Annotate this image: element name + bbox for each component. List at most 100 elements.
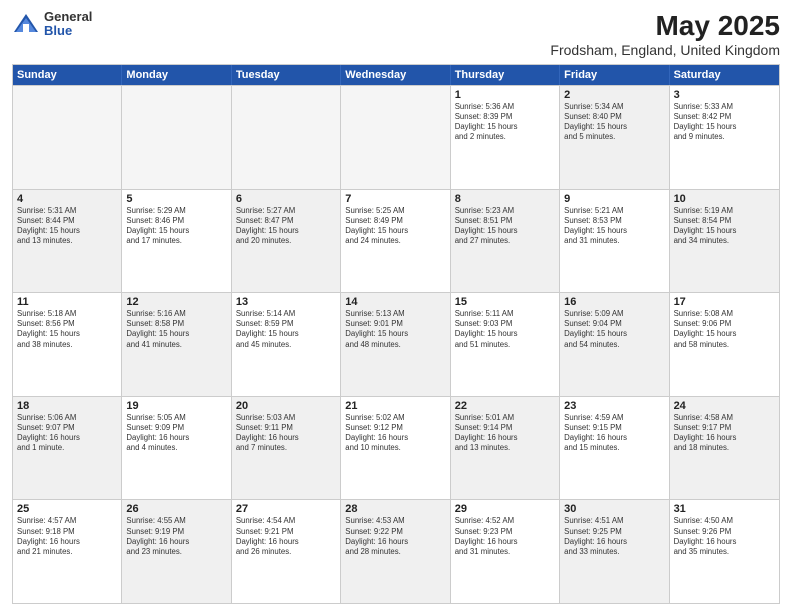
calendar-cell: 11Sunrise: 5:18 AM Sunset: 8:56 PM Dayli… — [13, 293, 122, 396]
day-number: 22 — [455, 400, 555, 412]
day-info: Sunrise: 4:59 AM Sunset: 9:15 PM Dayligh… — [564, 413, 664, 454]
calendar-cell — [122, 86, 231, 189]
day-info: Sunrise: 5:29 AM Sunset: 8:46 PM Dayligh… — [126, 206, 226, 247]
day-header-monday: Monday — [122, 65, 231, 85]
day-info: Sunrise: 4:50 AM Sunset: 9:26 PM Dayligh… — [674, 516, 775, 557]
day-number: 26 — [126, 503, 226, 515]
day-number: 5 — [126, 193, 226, 205]
day-info: Sunrise: 5:16 AM Sunset: 8:58 PM Dayligh… — [126, 309, 226, 350]
calendar-cell: 29Sunrise: 4:52 AM Sunset: 9:23 PM Dayli… — [451, 500, 560, 603]
calendar-body: 1Sunrise: 5:36 AM Sunset: 8:39 PM Daylig… — [13, 85, 779, 603]
day-info: Sunrise: 5:02 AM Sunset: 9:12 PM Dayligh… — [345, 413, 445, 454]
day-number: 3 — [674, 89, 775, 101]
day-number: 28 — [345, 503, 445, 515]
calendar-cell — [341, 86, 450, 189]
day-info: Sunrise: 5:14 AM Sunset: 8:59 PM Dayligh… — [236, 309, 336, 350]
day-number: 7 — [345, 193, 445, 205]
calendar-cell: 28Sunrise: 4:53 AM Sunset: 9:22 PM Dayli… — [341, 500, 450, 603]
page-header: General Blue May 2025 Frodsham, England,… — [12, 10, 780, 58]
day-header-tuesday: Tuesday — [232, 65, 341, 85]
day-number: 24 — [674, 400, 775, 412]
day-number: 9 — [564, 193, 664, 205]
calendar-cell: 23Sunrise: 4:59 AM Sunset: 9:15 PM Dayli… — [560, 397, 669, 500]
calendar-cell: 22Sunrise: 5:01 AM Sunset: 9:14 PM Dayli… — [451, 397, 560, 500]
main-title: May 2025 — [550, 10, 780, 42]
day-number: 30 — [564, 503, 664, 515]
day-number: 8 — [455, 193, 555, 205]
calendar-row: 1Sunrise: 5:36 AM Sunset: 8:39 PM Daylig… — [13, 85, 779, 189]
calendar-row: 4Sunrise: 5:31 AM Sunset: 8:44 PM Daylig… — [13, 189, 779, 293]
day-number: 18 — [17, 400, 117, 412]
day-info: Sunrise: 5:11 AM Sunset: 9:03 PM Dayligh… — [455, 309, 555, 350]
calendar-cell: 7Sunrise: 5:25 AM Sunset: 8:49 PM Daylig… — [341, 190, 450, 293]
calendar-cell: 8Sunrise: 5:23 AM Sunset: 8:51 PM Daylig… — [451, 190, 560, 293]
logo: General Blue — [12, 10, 92, 39]
calendar-cell: 15Sunrise: 5:11 AM Sunset: 9:03 PM Dayli… — [451, 293, 560, 396]
day-header-thursday: Thursday — [451, 65, 560, 85]
day-info: Sunrise: 5:25 AM Sunset: 8:49 PM Dayligh… — [345, 206, 445, 247]
calendar-cell: 10Sunrise: 5:19 AM Sunset: 8:54 PM Dayli… — [670, 190, 779, 293]
calendar-cell: 14Sunrise: 5:13 AM Sunset: 9:01 PM Dayli… — [341, 293, 450, 396]
day-info: Sunrise: 4:57 AM Sunset: 9:18 PM Dayligh… — [17, 516, 117, 557]
day-number: 21 — [345, 400, 445, 412]
calendar-cell: 19Sunrise: 5:05 AM Sunset: 9:09 PM Dayli… — [122, 397, 231, 500]
day-info: Sunrise: 5:31 AM Sunset: 8:44 PM Dayligh… — [17, 206, 117, 247]
day-info: Sunrise: 5:36 AM Sunset: 8:39 PM Dayligh… — [455, 102, 555, 143]
day-info: Sunrise: 4:55 AM Sunset: 9:19 PM Dayligh… — [126, 516, 226, 557]
calendar-cell: 1Sunrise: 5:36 AM Sunset: 8:39 PM Daylig… — [451, 86, 560, 189]
logo-text: General Blue — [44, 10, 92, 39]
day-info: Sunrise: 5:27 AM Sunset: 8:47 PM Dayligh… — [236, 206, 336, 247]
day-number: 17 — [674, 296, 775, 308]
day-info: Sunrise: 5:19 AM Sunset: 8:54 PM Dayligh… — [674, 206, 775, 247]
calendar-cell: 18Sunrise: 5:06 AM Sunset: 9:07 PM Dayli… — [13, 397, 122, 500]
day-info: Sunrise: 5:13 AM Sunset: 9:01 PM Dayligh… — [345, 309, 445, 350]
title-block: May 2025 Frodsham, England, United Kingd… — [550, 10, 780, 58]
day-info: Sunrise: 5:34 AM Sunset: 8:40 PM Dayligh… — [564, 102, 664, 143]
day-number: 15 — [455, 296, 555, 308]
day-number: 14 — [345, 296, 445, 308]
subtitle: Frodsham, England, United Kingdom — [550, 42, 780, 58]
calendar-header: SundayMondayTuesdayWednesdayThursdayFrid… — [13, 65, 779, 85]
calendar-cell: 17Sunrise: 5:08 AM Sunset: 9:06 PM Dayli… — [670, 293, 779, 396]
day-number: 4 — [17, 193, 117, 205]
day-info: Sunrise: 5:21 AM Sunset: 8:53 PM Dayligh… — [564, 206, 664, 247]
day-info: Sunrise: 5:23 AM Sunset: 8:51 PM Dayligh… — [455, 206, 555, 247]
logo-icon — [12, 10, 40, 38]
day-number: 19 — [126, 400, 226, 412]
day-number: 2 — [564, 89, 664, 101]
calendar-cell: 12Sunrise: 5:16 AM Sunset: 8:58 PM Dayli… — [122, 293, 231, 396]
day-number: 10 — [674, 193, 775, 205]
calendar-cell: 5Sunrise: 5:29 AM Sunset: 8:46 PM Daylig… — [122, 190, 231, 293]
calendar-cell — [13, 86, 122, 189]
day-info: Sunrise: 4:52 AM Sunset: 9:23 PM Dayligh… — [455, 516, 555, 557]
day-number: 27 — [236, 503, 336, 515]
day-number: 13 — [236, 296, 336, 308]
day-number: 29 — [455, 503, 555, 515]
calendar-cell: 26Sunrise: 4:55 AM Sunset: 9:19 PM Dayli… — [122, 500, 231, 603]
day-header-friday: Friday — [560, 65, 669, 85]
calendar-cell: 20Sunrise: 5:03 AM Sunset: 9:11 PM Dayli… — [232, 397, 341, 500]
calendar-cell: 4Sunrise: 5:31 AM Sunset: 8:44 PM Daylig… — [13, 190, 122, 293]
page-container: General Blue May 2025 Frodsham, England,… — [0, 0, 792, 612]
calendar: SundayMondayTuesdayWednesdayThursdayFrid… — [12, 64, 780, 604]
day-number: 1 — [455, 89, 555, 101]
day-header-saturday: Saturday — [670, 65, 779, 85]
day-info: Sunrise: 5:03 AM Sunset: 9:11 PM Dayligh… — [236, 413, 336, 454]
day-info: Sunrise: 5:18 AM Sunset: 8:56 PM Dayligh… — [17, 309, 117, 350]
day-number: 16 — [564, 296, 664, 308]
day-number: 23 — [564, 400, 664, 412]
calendar-cell: 24Sunrise: 4:58 AM Sunset: 9:17 PM Dayli… — [670, 397, 779, 500]
day-number: 11 — [17, 296, 117, 308]
day-number: 12 — [126, 296, 226, 308]
day-info: Sunrise: 5:08 AM Sunset: 9:06 PM Dayligh… — [674, 309, 775, 350]
calendar-cell: 27Sunrise: 4:54 AM Sunset: 9:21 PM Dayli… — [232, 500, 341, 603]
calendar-row: 18Sunrise: 5:06 AM Sunset: 9:07 PM Dayli… — [13, 396, 779, 500]
calendar-cell: 21Sunrise: 5:02 AM Sunset: 9:12 PM Dayli… — [341, 397, 450, 500]
day-number: 6 — [236, 193, 336, 205]
day-info: Sunrise: 4:51 AM Sunset: 9:25 PM Dayligh… — [564, 516, 664, 557]
day-header-wednesday: Wednesday — [341, 65, 450, 85]
day-info: Sunrise: 5:05 AM Sunset: 9:09 PM Dayligh… — [126, 413, 226, 454]
calendar-cell: 2Sunrise: 5:34 AM Sunset: 8:40 PM Daylig… — [560, 86, 669, 189]
calendar-cell: 13Sunrise: 5:14 AM Sunset: 8:59 PM Dayli… — [232, 293, 341, 396]
calendar-row: 25Sunrise: 4:57 AM Sunset: 9:18 PM Dayli… — [13, 499, 779, 603]
